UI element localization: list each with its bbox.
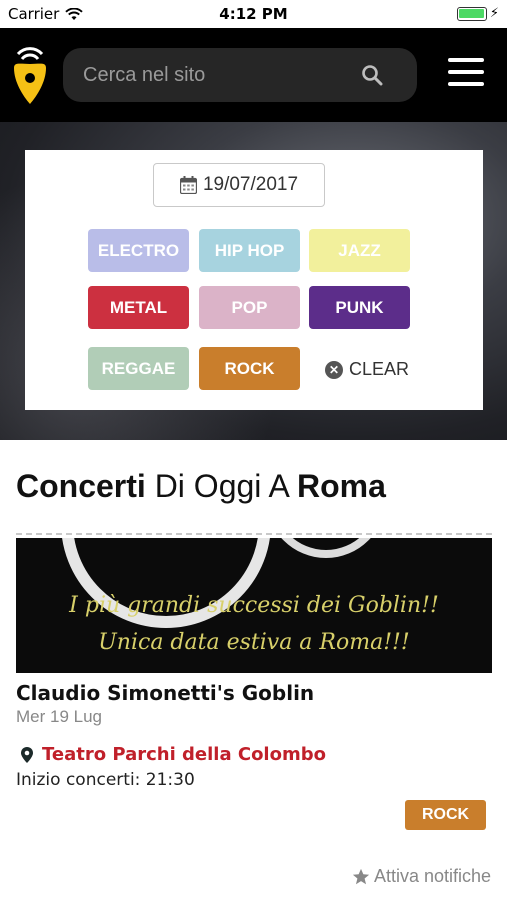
map-pin-icon bbox=[21, 746, 33, 763]
event-banner-image[interactable]: I più grandi successi dei Goblin!! Unica… bbox=[16, 538, 492, 673]
date-picker[interactable]: 19/07/2017 bbox=[153, 163, 325, 207]
date-value: 19/07/2017 bbox=[202, 174, 299, 195]
genre-tag-electro[interactable]: ELECTRO bbox=[88, 229, 189, 272]
genre-tag-metal[interactable]: METAL bbox=[88, 286, 189, 329]
filter-panel: 19/07/2017 ELECTRO HIP HOP JAZZ METAL PO… bbox=[25, 150, 483, 410]
banner-text-line-2: Unica data estiva a Roma!!! bbox=[98, 630, 410, 655]
calendar-icon bbox=[179, 176, 197, 194]
notify-label: Attiva notifiche bbox=[373, 866, 491, 886]
genre-tag-punk[interactable]: PUNK bbox=[309, 286, 410, 329]
logo-icon[interactable] bbox=[10, 42, 50, 108]
banner-text-line-1: I più grandi successi dei Goblin!! bbox=[69, 593, 439, 618]
venue-name: Teatro Parchi della Colombo bbox=[42, 744, 326, 765]
clock: 4:12 PM bbox=[219, 5, 288, 23]
search-placeholder: Cerca nel sito bbox=[83, 64, 206, 86]
close-circle-icon: ✕ bbox=[325, 360, 343, 379]
event-title[interactable]: Claudio Simonetti's Goblin bbox=[16, 681, 314, 705]
app-header: Cerca nel sito bbox=[0, 28, 507, 122]
divider bbox=[16, 533, 492, 535]
event-start-time: Inizio concerti: 21:30 bbox=[16, 770, 195, 790]
event-venue[interactable]: Teatro Parchi della Colombo bbox=[20, 744, 326, 765]
genre-tag-hip-hop[interactable]: HIP HOP bbox=[199, 229, 300, 272]
page-title-part-2: Di Oggi A bbox=[145, 468, 297, 504]
genre-tag-jazz[interactable]: JAZZ bbox=[309, 229, 410, 272]
event-genre-badge[interactable]: ROCK bbox=[405, 800, 486, 830]
event-date: Mer 19 Lug bbox=[16, 707, 102, 726]
genre-tag-rock[interactable]: ROCK bbox=[199, 347, 300, 390]
clear-filters-button[interactable]: ✕ CLEAR bbox=[325, 348, 435, 391]
notify-button[interactable]: Attiva notifiche bbox=[352, 866, 491, 887]
search-icon[interactable] bbox=[361, 64, 383, 86]
hamburger-menu-icon[interactable] bbox=[448, 58, 484, 88]
page-title: Concerti Di Oggi A Roma bbox=[16, 468, 386, 505]
genre-tag-reggae[interactable]: REGGAE bbox=[88, 347, 189, 390]
star-icon bbox=[352, 868, 370, 884]
hero-background: 19/07/2017 ELECTRO HIP HOP JAZZ METAL PO… bbox=[0, 122, 507, 440]
page-title-part-1: Concerti bbox=[16, 468, 146, 504]
page-title-part-3: Roma bbox=[296, 468, 386, 504]
battery-icon: ⚡ bbox=[456, 6, 499, 21]
search-input[interactable]: Cerca nel sito bbox=[63, 48, 417, 102]
clear-label: CLEAR bbox=[349, 359, 410, 379]
status-bar: Carrier 4:12 PM ⚡ bbox=[0, 0, 507, 28]
genre-tag-pop[interactable]: POP bbox=[199, 286, 300, 329]
